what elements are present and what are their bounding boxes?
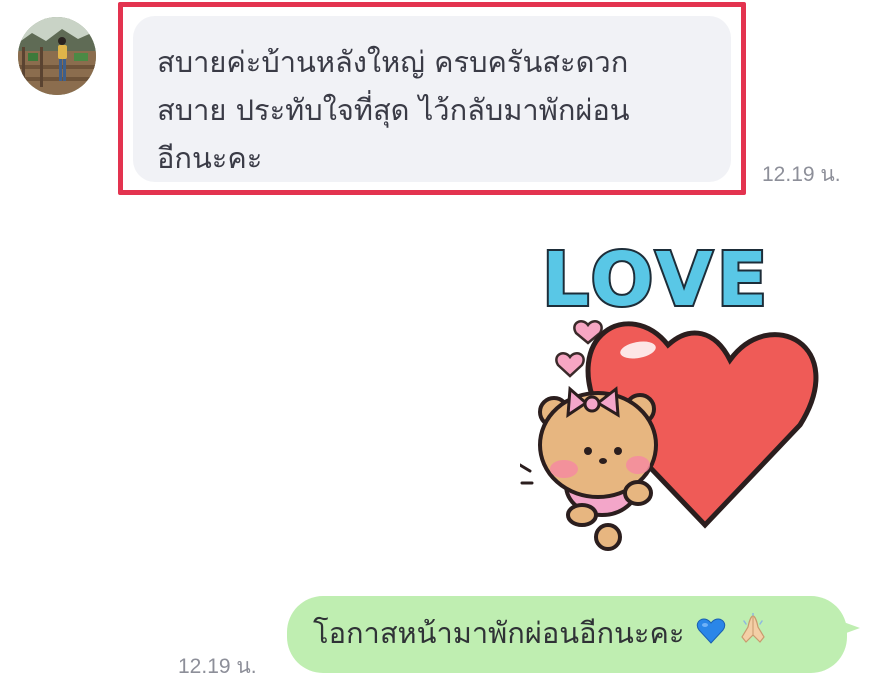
love-bear-sticker[interactable]: LOVE bbox=[518, 225, 830, 565]
avatar-photo bbox=[18, 17, 96, 95]
sticker-love-text: LOVE bbox=[542, 237, 771, 323]
folded-hands-icon bbox=[737, 612, 769, 657]
outgoing-message-bubble[interactable]: โอกาสหน้ามาพักผ่อนอีกนะคะ bbox=[287, 596, 847, 673]
incoming-message-bubble[interactable]: สบายค่ะบ้านหลังใหญ่ ครบครันสะดวก สบาย ปร… bbox=[133, 16, 731, 182]
incoming-timestamp: 12.19 น. bbox=[762, 163, 841, 186]
incoming-message-line-1: สบายค่ะบ้านหลังใหญ่ ครบครันสะดวก bbox=[157, 45, 629, 79]
sticker-image: LOVE bbox=[518, 235, 819, 551]
highlight-frame: สบายค่ะบ้านหลังใหญ่ ครบครันสะดวก สบาย ปร… bbox=[118, 2, 746, 195]
outgoing-timestamp: 12.19 น. bbox=[178, 655, 257, 678]
outgoing-message-text: โอกาสหน้ามาพักผ่อนอีกนะคะ bbox=[313, 616, 685, 650]
blue-heart-icon bbox=[696, 613, 726, 657]
incoming-message-line-3: อีกนะคะ bbox=[157, 141, 263, 175]
contact-avatar[interactable] bbox=[18, 17, 96, 95]
incoming-message-line-2: สบาย ประทับใจที่สุด ไว้กลับมาพักผ่อน bbox=[157, 93, 630, 127]
chat-view: สบายค่ะบ้านหลังใหญ่ ครบครันสะดวก สบาย ปร… bbox=[0, 0, 870, 692]
